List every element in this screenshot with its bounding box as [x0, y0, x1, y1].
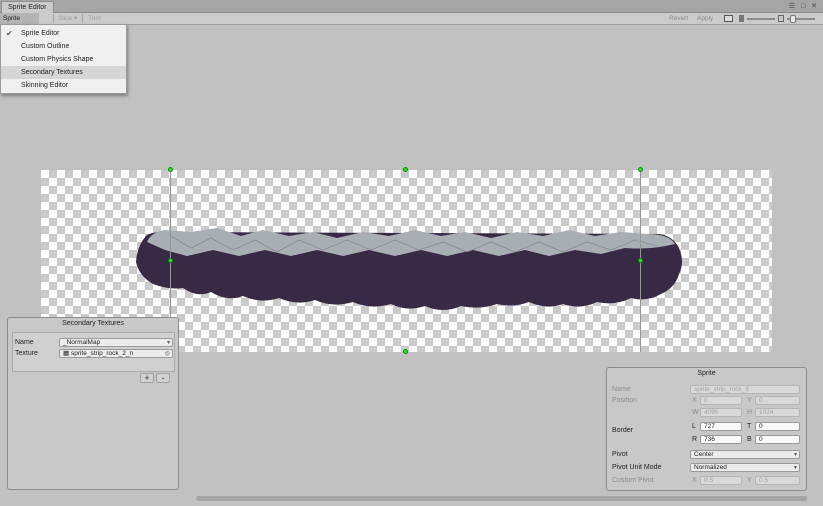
border-bottom-field[interactable]: 0	[755, 435, 800, 444]
trim-button[interactable]: Trim	[85, 13, 104, 24]
pivot-dropdown[interactable]: Center ▾	[690, 450, 800, 459]
zoom-large-icon	[778, 15, 784, 22]
border-top-field[interactable]: 0	[755, 422, 800, 431]
zoom-slider-knob[interactable]	[790, 15, 797, 23]
sprite-name-field[interactable]: sprite_strip_rock_3	[690, 385, 800, 394]
toolbar-separator	[53, 14, 54, 23]
sprite-name-label: Name	[612, 386, 631, 393]
remove-texture-button[interactable]: -	[156, 373, 170, 383]
rect-handle-bottom[interactable]	[403, 349, 408, 354]
slice-dropdown[interactable]: Slice ▾	[55, 13, 80, 24]
border-left-field[interactable]: 727	[700, 422, 742, 431]
border-label: Border	[612, 427, 634, 434]
menu-item-label: Skinning Editor	[21, 82, 69, 89]
sprite-properties-panel: Sprite Name sprite_strip_rock_3 Position…	[606, 367, 807, 491]
chevron-down-icon: ▾	[793, 452, 797, 458]
rect-handle-left[interactable]	[168, 258, 173, 263]
pivot-unit-mode-value: Normalized	[694, 464, 727, 471]
chevron-down-icon: ▾	[166, 340, 170, 346]
menu-item-custom-physics-shape[interactable]: Custom Physics Shape	[1, 53, 126, 66]
texture-name-value: _NormalMap	[63, 339, 101, 346]
border-handle-right-top[interactable]	[638, 167, 643, 172]
slice-dropdown-label: Slice	[58, 15, 73, 22]
add-texture-button[interactable]: +	[140, 373, 154, 383]
texture-value: sprite_strip_rock_2_n	[70, 350, 134, 357]
texture-object-field[interactable]: ▦ sprite_strip_rock_2_n ◎	[59, 349, 173, 358]
l-label: L	[692, 423, 696, 430]
custom-pivot-x-label: X	[692, 477, 697, 484]
menu-item-label: Secondary Textures	[21, 69, 83, 76]
mode-dropdown[interactable]: Sprite Editor ▾	[0, 13, 39, 33]
height-field[interactable]: 1024	[755, 408, 800, 417]
custom-pivot-y-label: Y	[747, 477, 752, 484]
secondary-textures-panel: Secondary Textures Name _NormalMap ▾ Tex…	[7, 317, 179, 490]
zoom-small-icon	[739, 15, 744, 22]
menu-item-label: Custom Outline	[21, 43, 70, 50]
window-controls[interactable]: ☰ □ ✕	[789, 2, 819, 10]
menu-item-label: Sprite Editor	[21, 30, 60, 37]
rock-strip-top	[147, 228, 675, 256]
window-tab-sprite-editor[interactable]: Sprite Editor	[1, 1, 54, 13]
menu-item-custom-outline[interactable]: Custom Outline	[1, 40, 126, 53]
position-x-field[interactable]: 0	[700, 396, 742, 405]
menu-item-skinning-editor[interactable]: Skinning Editor	[1, 79, 126, 92]
revert-button[interactable]: Revert	[667, 13, 690, 24]
pivot-unit-mode-label: Pivot Unit Mode	[612, 464, 662, 471]
menu-item-sprite-editor[interactable]: ✔ Sprite Editor	[1, 27, 126, 40]
panel-title: Sprite	[697, 370, 716, 377]
object-picker-icon[interactable]: ◎	[165, 350, 170, 357]
pivot-unit-mode-dropdown[interactable]: Normalized ▾	[690, 463, 800, 472]
horizontal-scrollbar[interactable]	[196, 496, 807, 501]
position-label: Position	[612, 397, 637, 404]
x-label: X	[692, 397, 697, 404]
b-label: B	[747, 436, 752, 443]
texture-asset-icon: ▦	[63, 350, 71, 357]
window-tab-strip: Sprite Editor ☰ □ ✕	[0, 0, 823, 13]
texture-list: Name _NormalMap ▾ Texture ▦ sprite_strip…	[12, 332, 175, 372]
texture-name-dropdown[interactable]: _NormalMap ▾	[59, 338, 173, 347]
custom-pivot-x-field[interactable]: 0.5	[700, 476, 742, 485]
menu-item-secondary-textures[interactable]: Secondary Textures	[1, 66, 126, 79]
check-icon: ✔	[6, 29, 13, 38]
chevron-down-icon: ▾	[793, 465, 797, 471]
menu-item-label: Custom Physics Shape	[21, 56, 94, 63]
rect-handle-top[interactable]	[403, 167, 408, 172]
border-handle-left-top[interactable]	[168, 167, 173, 172]
pivot-label: Pivot	[612, 451, 628, 458]
toolbar-separator	[82, 14, 83, 23]
w-label: W	[692, 409, 699, 416]
r-label: R	[692, 436, 698, 443]
editor-mode-menu: ✔ Sprite Editor Custom Outline Custom Ph…	[0, 24, 127, 94]
apply-button[interactable]: Apply	[695, 13, 715, 24]
rect-handle-right[interactable]	[638, 258, 643, 263]
custom-pivot-label: Custom Pivot	[612, 477, 654, 484]
panel-title: Secondary Textures	[62, 320, 124, 327]
chevron-down-icon: ▾	[73, 15, 78, 22]
position-y-field[interactable]: 0	[755, 396, 800, 405]
texture-label: Texture	[15, 350, 38, 357]
rgb-channel-icon[interactable]	[724, 15, 733, 22]
t-label: T	[747, 423, 752, 430]
h-label: H	[747, 409, 753, 416]
name-label: Name	[15, 339, 34, 346]
y-label: Y	[747, 397, 752, 404]
pivot-value: Center	[694, 451, 714, 458]
width-field[interactable]: 4096	[700, 408, 742, 417]
zoom-slider-track[interactable]	[747, 18, 775, 20]
custom-pivot-y-field[interactable]: 0.5	[755, 476, 800, 485]
border-right-field[interactable]: 736	[700, 435, 742, 444]
